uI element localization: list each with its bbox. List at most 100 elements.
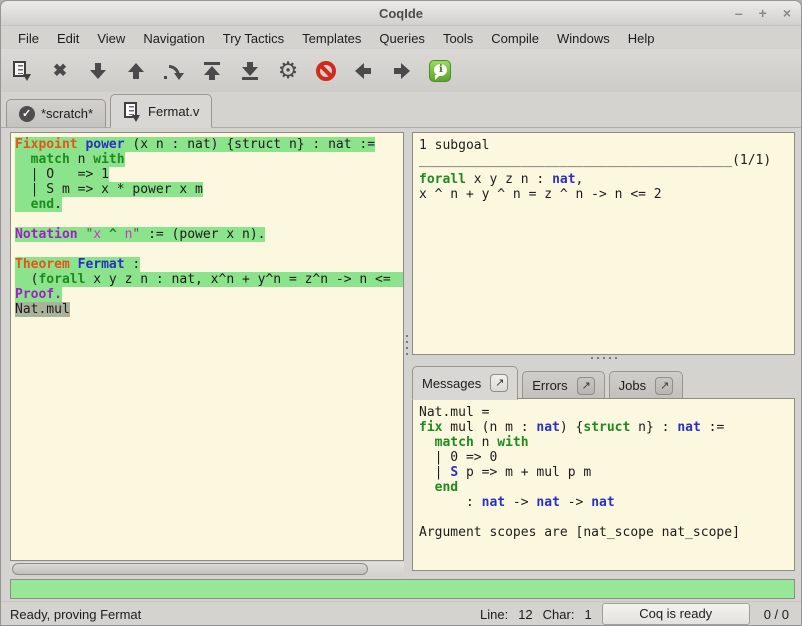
statusbar: Ready, proving Fermat Line: 12 Char: 1 C… bbox=[1, 601, 801, 626]
toolbar: ✖ ⚙ bbox=[1, 49, 801, 92]
step-backward-button[interactable] bbox=[123, 58, 149, 84]
step-forward-button[interactable] bbox=[85, 58, 111, 84]
code-line: end. bbox=[15, 197, 403, 212]
go-to-end-icon bbox=[237, 58, 263, 84]
about-button[interactable] bbox=[427, 58, 453, 84]
detach-messages-button[interactable] bbox=[490, 374, 508, 392]
code-line: Fixpoint power (x n : nat) {struct n} : … bbox=[15, 137, 403, 152]
tab-jobs[interactable]: Jobs bbox=[609, 371, 683, 400]
code-line: Proof. bbox=[15, 287, 403, 302]
code-line: match n with bbox=[15, 152, 403, 167]
code-line: Nat.mul = bbox=[419, 405, 794, 420]
code-line: : nat -> nat -> nat bbox=[419, 495, 794, 510]
restart-button[interactable] bbox=[199, 58, 225, 84]
message-tabbar: Messages Errors Jobs bbox=[412, 364, 683, 399]
code-line: ________________________________________… bbox=[419, 153, 794, 168]
code-line: | O => 1 bbox=[15, 167, 403, 182]
save-button[interactable] bbox=[9, 58, 35, 84]
menu-edit[interactable]: Edit bbox=[48, 29, 88, 48]
editor-pane[interactable]: Fixpoint power (x n : nat) {struct n} : … bbox=[10, 132, 404, 561]
maximize-button[interactable]: + bbox=[759, 1, 767, 26]
scrollbar-thumb[interactable] bbox=[12, 563, 368, 575]
tab-jobs-label: Jobs bbox=[619, 378, 646, 393]
messages-pane[interactable]: Nat.mul =fix mul (n m : nat) {struct n} … bbox=[412, 398, 795, 571]
detach-errors-button[interactable] bbox=[577, 377, 595, 395]
menu-navigation[interactable]: Navigation bbox=[134, 29, 213, 48]
window-controls: – + × bbox=[735, 1, 791, 26]
step-backward-icon bbox=[123, 58, 149, 84]
menu-file[interactable]: File bbox=[9, 29, 48, 48]
coqide-window: CoqIde – + × FileEditViewNavigationTry T… bbox=[0, 0, 802, 626]
tab-scratch[interactable]: *scratch* bbox=[6, 99, 106, 128]
minimize-button[interactable]: – bbox=[735, 1, 743, 26]
tab-messages-label: Messages bbox=[422, 376, 481, 391]
code-line: 1 subgoal bbox=[419, 138, 794, 153]
editor-horizontal-scrollbar[interactable] bbox=[10, 562, 404, 577]
code-line: Theorem Fermat : bbox=[15, 257, 403, 272]
titlebar[interactable]: CoqIde – + × bbox=[1, 1, 801, 26]
go-to-cursor-button[interactable] bbox=[161, 58, 187, 84]
previous-arrow-icon bbox=[351, 58, 377, 84]
code-line: Notation "x ^ n" := (power x n). bbox=[15, 227, 403, 242]
restart-icon bbox=[199, 58, 225, 84]
make-icon: ⚙ bbox=[275, 58, 301, 84]
next-arrow-icon bbox=[389, 58, 415, 84]
coq-status[interactable]: Coq is ready bbox=[602, 603, 750, 625]
progress-bar bbox=[10, 579, 795, 599]
code-line: (forall x y z n : nat, x^n + y^n = z^n -… bbox=[15, 272, 403, 287]
progress-fill bbox=[11, 580, 794, 598]
next-button[interactable] bbox=[389, 58, 415, 84]
menu-try-tactics[interactable]: Try Tactics bbox=[214, 29, 293, 48]
goal-pane[interactable]: 1 subgoal_______________________________… bbox=[412, 132, 795, 355]
code-line bbox=[15, 212, 403, 227]
code-line: | 0 => 0 bbox=[419, 450, 794, 465]
statusbar-right: Line: 12 Char: 1 Coq is ready 0 / 0 bbox=[480, 603, 801, 625]
code-line bbox=[419, 510, 794, 525]
interrupt-button[interactable] bbox=[313, 58, 339, 84]
go-to-cursor-icon bbox=[161, 58, 187, 84]
code-line: end bbox=[419, 480, 794, 495]
previous-button[interactable] bbox=[351, 58, 377, 84]
step-forward-icon bbox=[85, 58, 111, 84]
horizontal-splitter[interactable] bbox=[412, 357, 795, 359]
go-to-end-button[interactable] bbox=[237, 58, 263, 84]
menu-windows[interactable]: Windows bbox=[548, 29, 619, 48]
code-line bbox=[15, 242, 403, 257]
progress-counter: 0 / 0 bbox=[764, 607, 789, 622]
code-line: match n with bbox=[419, 435, 794, 450]
menu-templates[interactable]: Templates bbox=[293, 29, 370, 48]
menubar: FileEditViewNavigationTry TacticsTemplat… bbox=[3, 27, 663, 49]
window-title: CoqIde bbox=[1, 1, 801, 26]
menu-view[interactable]: View bbox=[88, 29, 134, 48]
interrupt-icon bbox=[313, 58, 339, 84]
code-line: x ^ n + y ^ n = z ^ n -> n <= 2 bbox=[419, 187, 794, 202]
status-message: Ready, proving Fermat bbox=[10, 607, 141, 622]
save-icon bbox=[9, 58, 35, 84]
menu-help[interactable]: Help bbox=[619, 29, 664, 48]
tab-errors-label: Errors bbox=[532, 378, 567, 393]
tab-fermat[interactable]: Fermat.v bbox=[110, 94, 212, 128]
about-icon bbox=[427, 58, 453, 84]
tab-messages[interactable]: Messages bbox=[412, 366, 518, 400]
make-button[interactable]: ⚙ bbox=[275, 58, 301, 84]
menu-compile[interactable]: Compile bbox=[482, 29, 548, 48]
menu-tools[interactable]: Tools bbox=[434, 29, 482, 48]
menu-queries[interactable]: Queries bbox=[370, 29, 434, 48]
document-tabbar: *scratch* Fermat.v bbox=[1, 92, 801, 128]
close-x-icon: ✖ bbox=[47, 58, 73, 84]
detach-jobs-button[interactable] bbox=[655, 377, 673, 395]
code-line: | S m => x * power x m bbox=[15, 182, 403, 197]
close-buffer-button[interactable]: ✖ bbox=[47, 58, 73, 84]
check-circle-icon bbox=[19, 106, 35, 122]
tab-fermat-label: Fermat.v bbox=[148, 104, 199, 119]
tab-errors[interactable]: Errors bbox=[522, 371, 604, 400]
vertical-splitter[interactable] bbox=[404, 335, 409, 355]
code-line: forall x y z n : nat, bbox=[419, 172, 794, 187]
code-line: Argument scopes are [nat_scope nat_scope… bbox=[419, 525, 794, 540]
line-label: Line: bbox=[480, 607, 508, 622]
close-button[interactable]: × bbox=[783, 1, 791, 26]
line-value: 12 bbox=[518, 607, 532, 622]
tab-scratch-label: *scratch* bbox=[41, 106, 93, 121]
char-value: 1 bbox=[584, 607, 591, 622]
code-line: | S p => m + mul p m bbox=[419, 465, 794, 480]
